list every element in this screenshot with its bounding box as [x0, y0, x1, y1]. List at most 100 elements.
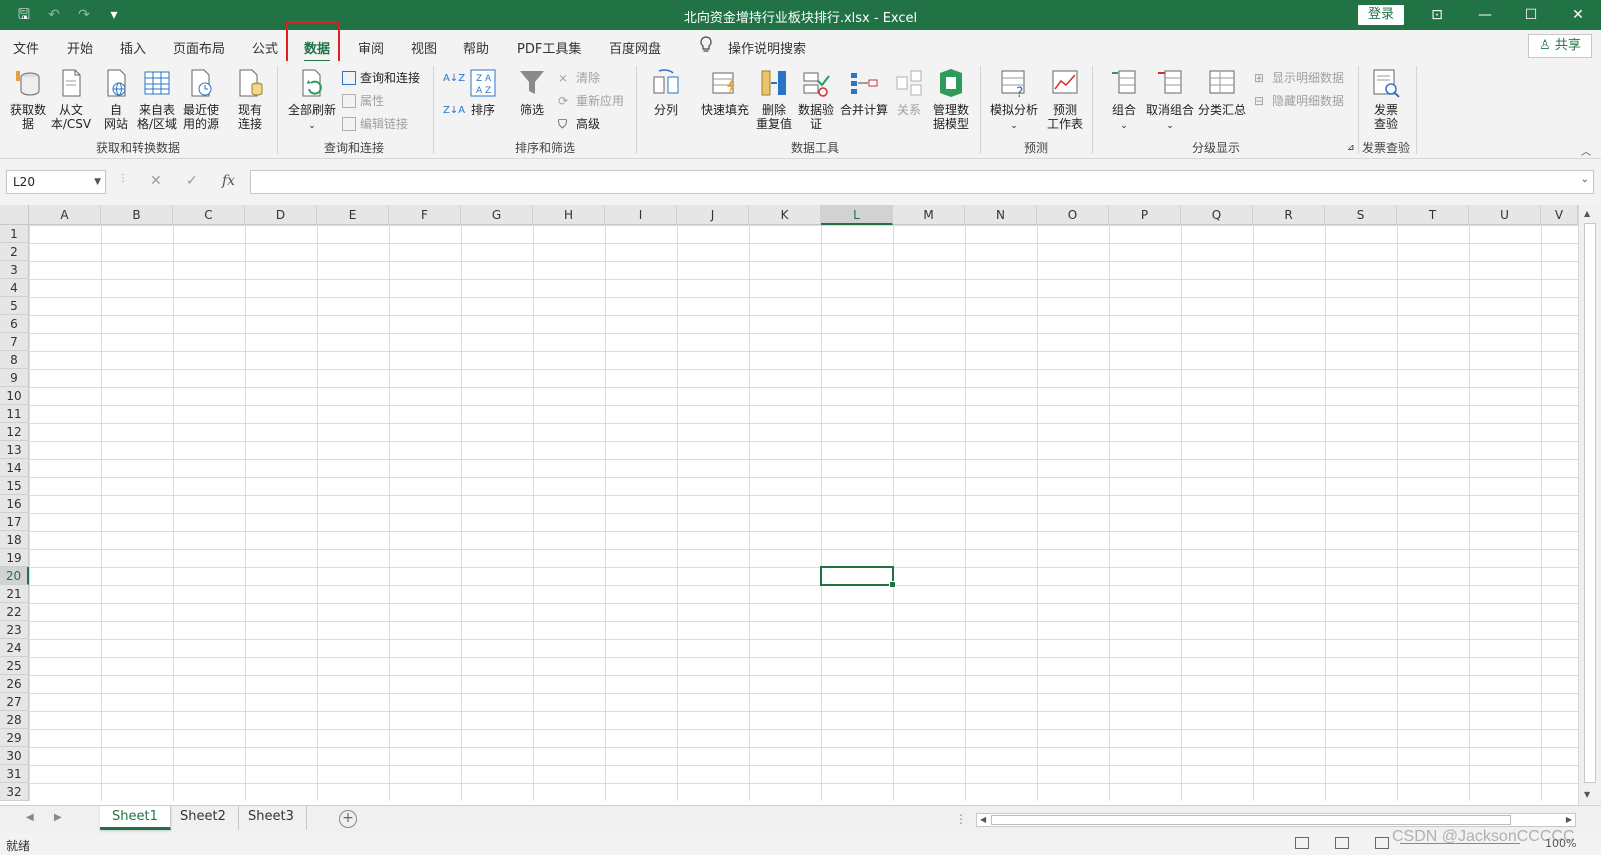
row-header[interactable]: 19 [0, 549, 29, 567]
row-header[interactable]: 18 [0, 531, 29, 549]
flash-fill-button[interactable]: 快速填充 [700, 67, 750, 117]
refresh-all-button[interactable]: 全部刷新 ⌄ [286, 67, 338, 133]
expand-formula-bar-icon[interactable]: ⌄ [1581, 174, 1589, 185]
ungroup-button[interactable]: 取消组合 ⌄ [1144, 67, 1196, 133]
prev-sheet-icon[interactable]: ◀ [26, 812, 34, 823]
cancel-icon[interactable]: ✕ [150, 173, 162, 189]
tab-formulas[interactable]: 公式 [252, 38, 278, 57]
group-button[interactable]: 组合 ⌄ [1106, 67, 1142, 133]
row-header[interactable]: 5 [0, 297, 29, 315]
tab-page-layout[interactable]: 页面布局 [173, 38, 225, 57]
tell-me-search[interactable]: 操作说明搜索 [728, 38, 806, 57]
formula-input[interactable]: ⌄ [250, 170, 1594, 194]
scroll-left-icon[interactable]: ◀ [980, 814, 986, 826]
row-header[interactable]: 7 [0, 333, 29, 351]
row-header[interactable]: 20 [0, 567, 29, 585]
subtotal-button[interactable]: 分类汇总 [1196, 67, 1248, 117]
column-header[interactable]: B [101, 205, 173, 225]
column-header[interactable]: V [1541, 205, 1578, 225]
forecast-sheet-button[interactable]: 预测 工作表 [1044, 67, 1086, 131]
column-header[interactable]: C [173, 205, 245, 225]
from-table-range-button[interactable]: 来自表 格/区域 [136, 67, 178, 131]
row-header[interactable]: 25 [0, 657, 29, 675]
scroll-down-icon[interactable]: ▼ [1584, 790, 1590, 799]
row-header[interactable]: 27 [0, 693, 29, 711]
sort-ascending-icon[interactable]: A↓Z [443, 73, 465, 84]
column-header[interactable]: D [245, 205, 317, 225]
page-break-view-icon[interactable] [1375, 837, 1389, 849]
column-header[interactable]: F [389, 205, 461, 225]
sheet-tab-3[interactable]: Sheet3 [236, 806, 307, 830]
row-header[interactable]: 32 [0, 783, 29, 801]
row-header[interactable]: 28 [0, 711, 29, 729]
enter-check-icon[interactable]: ✓ [186, 173, 198, 189]
selected-cell[interactable] [820, 566, 896, 588]
column-header[interactable]: O [1037, 205, 1109, 225]
sort-button[interactable]: ZAAZ 排序 [467, 67, 499, 117]
column-header[interactable]: A [29, 205, 101, 225]
text-to-columns-button[interactable]: 分列 [648, 67, 684, 117]
row-header[interactable]: 12 [0, 423, 29, 441]
column-header[interactable]: I [605, 205, 677, 225]
row-header[interactable]: 8 [0, 351, 29, 369]
login-button[interactable]: 登录 [1358, 5, 1404, 25]
consolidate-button[interactable]: 合并计算 [838, 67, 890, 117]
manage-data-model-button[interactable]: 管理数 据模型 [930, 67, 972, 131]
tab-home[interactable]: 开始 [67, 38, 93, 57]
column-header[interactable]: L [821, 205, 893, 225]
row-header[interactable]: 1 [0, 225, 29, 243]
row-header[interactable]: 6 [0, 315, 29, 333]
next-sheet-icon[interactable]: ▶ [54, 812, 62, 823]
sheet-tab-1[interactable]: Sheet1 [100, 806, 171, 830]
recent-sources-button[interactable]: 最近使 用的源 [180, 67, 222, 131]
more-options-icon[interactable]: ⋮ [118, 173, 128, 184]
advanced-filter-button[interactable]: ⛉ 高级 [558, 115, 600, 132]
column-header[interactable]: N [965, 205, 1037, 225]
sheet-tab-2[interactable]: Sheet2 [168, 806, 239, 830]
row-header[interactable]: 22 [0, 603, 29, 621]
remove-duplicates-button[interactable]: 删除 重复值 [754, 67, 794, 131]
scroll-thumb[interactable] [1584, 223, 1596, 783]
ribbon-display-options-icon[interactable]: ⊡ [1414, 0, 1460, 30]
column-header[interactable]: E [317, 205, 389, 225]
row-header[interactable]: 23 [0, 621, 29, 639]
row-header[interactable]: 11 [0, 405, 29, 423]
horizontal-scrollbar[interactable]: ◀ ▶ [976, 813, 1576, 827]
column-header[interactable]: T [1397, 205, 1469, 225]
scroll-thumb[interactable] [991, 815, 1511, 825]
column-header[interactable]: R [1253, 205, 1325, 225]
tab-baidu-netdisk[interactable]: 百度网盘 [609, 38, 661, 57]
sort-descending-icon[interactable]: Z↓A [443, 105, 465, 116]
add-sheet-icon[interactable]: + [339, 810, 357, 828]
from-web-button[interactable]: 自 网站 [96, 67, 136, 131]
tab-pdf-tools[interactable]: PDF工具集 [517, 38, 581, 57]
tab-review[interactable]: 审阅 [358, 38, 384, 57]
column-header[interactable]: K [749, 205, 821, 225]
column-header[interactable]: U [1469, 205, 1541, 225]
page-layout-view-icon[interactable] [1335, 837, 1349, 849]
row-header[interactable]: 13 [0, 441, 29, 459]
column-header[interactable]: M [893, 205, 965, 225]
row-header[interactable]: 30 [0, 747, 29, 765]
row-header[interactable]: 17 [0, 513, 29, 531]
select-all-corner[interactable] [0, 205, 29, 225]
row-header[interactable]: 3 [0, 261, 29, 279]
row-header[interactable]: 21 [0, 585, 29, 603]
name-box[interactable]: L20 ▼ [6, 170, 106, 194]
tab-help[interactable]: 帮助 [463, 38, 489, 57]
filter-button[interactable]: 筛选 [516, 67, 548, 117]
column-header[interactable]: Q [1181, 205, 1253, 225]
maximize-icon[interactable]: ☐ [1508, 0, 1554, 30]
tab-view[interactable]: 视图 [411, 38, 437, 57]
row-header[interactable]: 26 [0, 675, 29, 693]
collapse-ribbon-icon[interactable]: ︿ [1581, 143, 1591, 158]
existing-connections-button[interactable]: 现有 连接 [230, 67, 270, 131]
column-header[interactable]: S [1325, 205, 1397, 225]
column-header[interactable]: H [533, 205, 605, 225]
column-header[interactable]: P [1109, 205, 1181, 225]
what-if-analysis-button[interactable]: ? 模拟分析 ⌄ [988, 67, 1040, 133]
row-header[interactable]: 9 [0, 369, 29, 387]
normal-view-icon[interactable] [1295, 837, 1309, 849]
data-validation-button[interactable]: 数据验 证 [796, 67, 836, 131]
row-header[interactable]: 15 [0, 477, 29, 495]
